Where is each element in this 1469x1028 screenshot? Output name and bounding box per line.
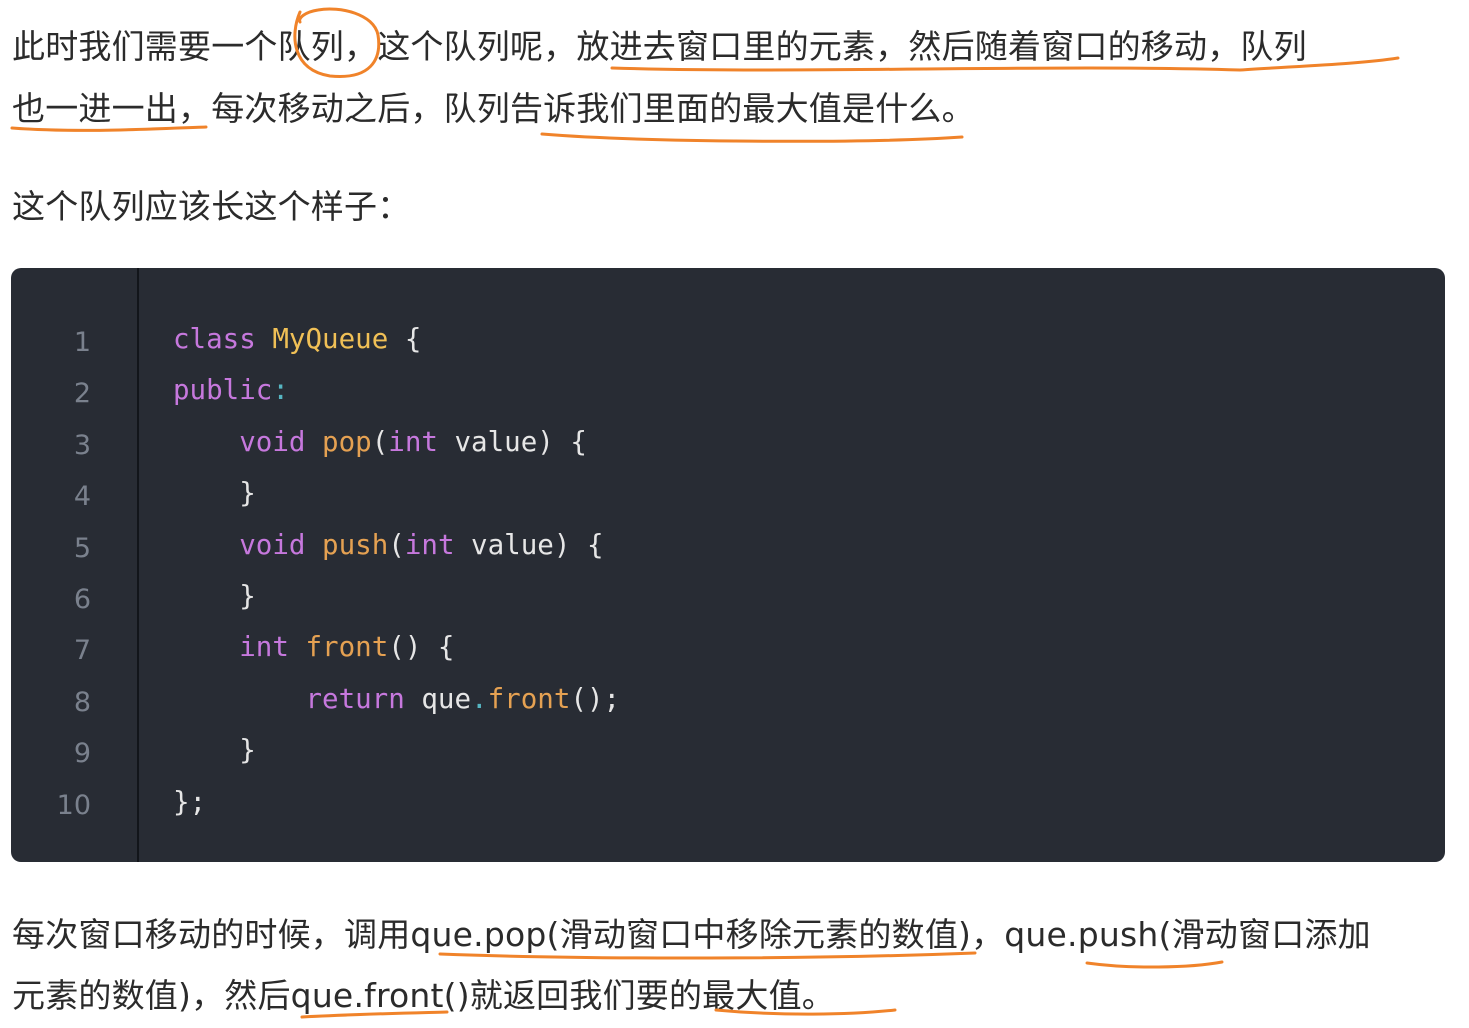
line-number: 2	[73, 378, 91, 410]
code-line: return que.front();	[173, 683, 620, 715]
code-token: {	[388, 323, 422, 355]
code-token: value) {	[454, 528, 604, 561]
code-line: public:	[173, 374, 289, 406]
gutter-divider	[137, 268, 139, 862]
paragraph-1-line-2: 也一进一出，每次移动之后，队列告诉我们里面的最大值是什么。	[12, 89, 975, 128]
code-token: class	[173, 323, 256, 355]
code-line: class MyQueue {	[173, 323, 421, 355]
paragraph-2: 这个队列应该长这个样子：	[12, 187, 411, 226]
code-token: }	[173, 580, 256, 612]
code-token: :	[272, 374, 289, 407]
paragraph-3-line-1: 每次窗口移动的时候，调用que.pop(滑动窗口中移除元素的数值)，que.pu…	[12, 915, 1371, 954]
paragraph-1-line-1: 此时我们需要一个队列，这个队列呢，放进去窗口里的元素，然后随着窗口的移动，队列	[12, 27, 1307, 66]
code-token: }	[173, 477, 256, 510]
code-line: }	[173, 734, 256, 766]
code-token: front	[305, 631, 389, 664]
code-token: value) {	[437, 425, 587, 458]
code-token: int	[404, 528, 455, 561]
code-token: void	[239, 528, 306, 561]
line-number: 3	[73, 429, 91, 461]
underline-annotation	[540, 132, 964, 143]
code-line: }	[173, 477, 256, 509]
code-token: int	[239, 631, 289, 664]
code-token: int	[388, 425, 438, 458]
code-token: front	[487, 682, 571, 715]
code-token: };	[173, 785, 207, 818]
code-token: que	[404, 682, 472, 715]
code-token: push	[322, 528, 389, 561]
code-token: return	[305, 682, 405, 715]
line-number: 9	[73, 738, 91, 770]
code-line: void push(int value) {	[173, 528, 604, 561]
code-token: public	[173, 374, 273, 407]
code-token: ();	[570, 682, 621, 715]
code-token: .	[471, 682, 488, 715]
code-line: };	[173, 786, 206, 818]
code-token: () {	[388, 631, 455, 664]
code-token: pop	[322, 425, 372, 458]
line-number: 5	[73, 532, 91, 564]
code-block: 1 2 3 4 5 6 7 8 9 10 class MyQueue { public: void …	[11, 268, 1445, 862]
line-number: 7	[73, 635, 91, 667]
line-number: 1	[73, 327, 91, 358]
code-line: int front() {	[173, 631, 455, 664]
code-token: (	[388, 528, 405, 561]
code-token: void	[239, 425, 306, 458]
paragraph-3-line-2: 元素的数值)，然后que.front()就返回我们要的最大值。	[12, 976, 835, 1015]
code-token: MyQueue	[272, 323, 389, 355]
code-line: void pop(int value) {	[173, 426, 587, 458]
code-line: }	[173, 580, 256, 612]
line-number: 10	[56, 789, 91, 821]
line-number: 4	[73, 481, 91, 513]
line-number: 8	[73, 686, 91, 718]
underline-annotation	[1085, 960, 1224, 969]
code-token: (	[371, 425, 389, 458]
line-number: 6	[73, 584, 91, 615]
code-token: }	[173, 734, 256, 767]
